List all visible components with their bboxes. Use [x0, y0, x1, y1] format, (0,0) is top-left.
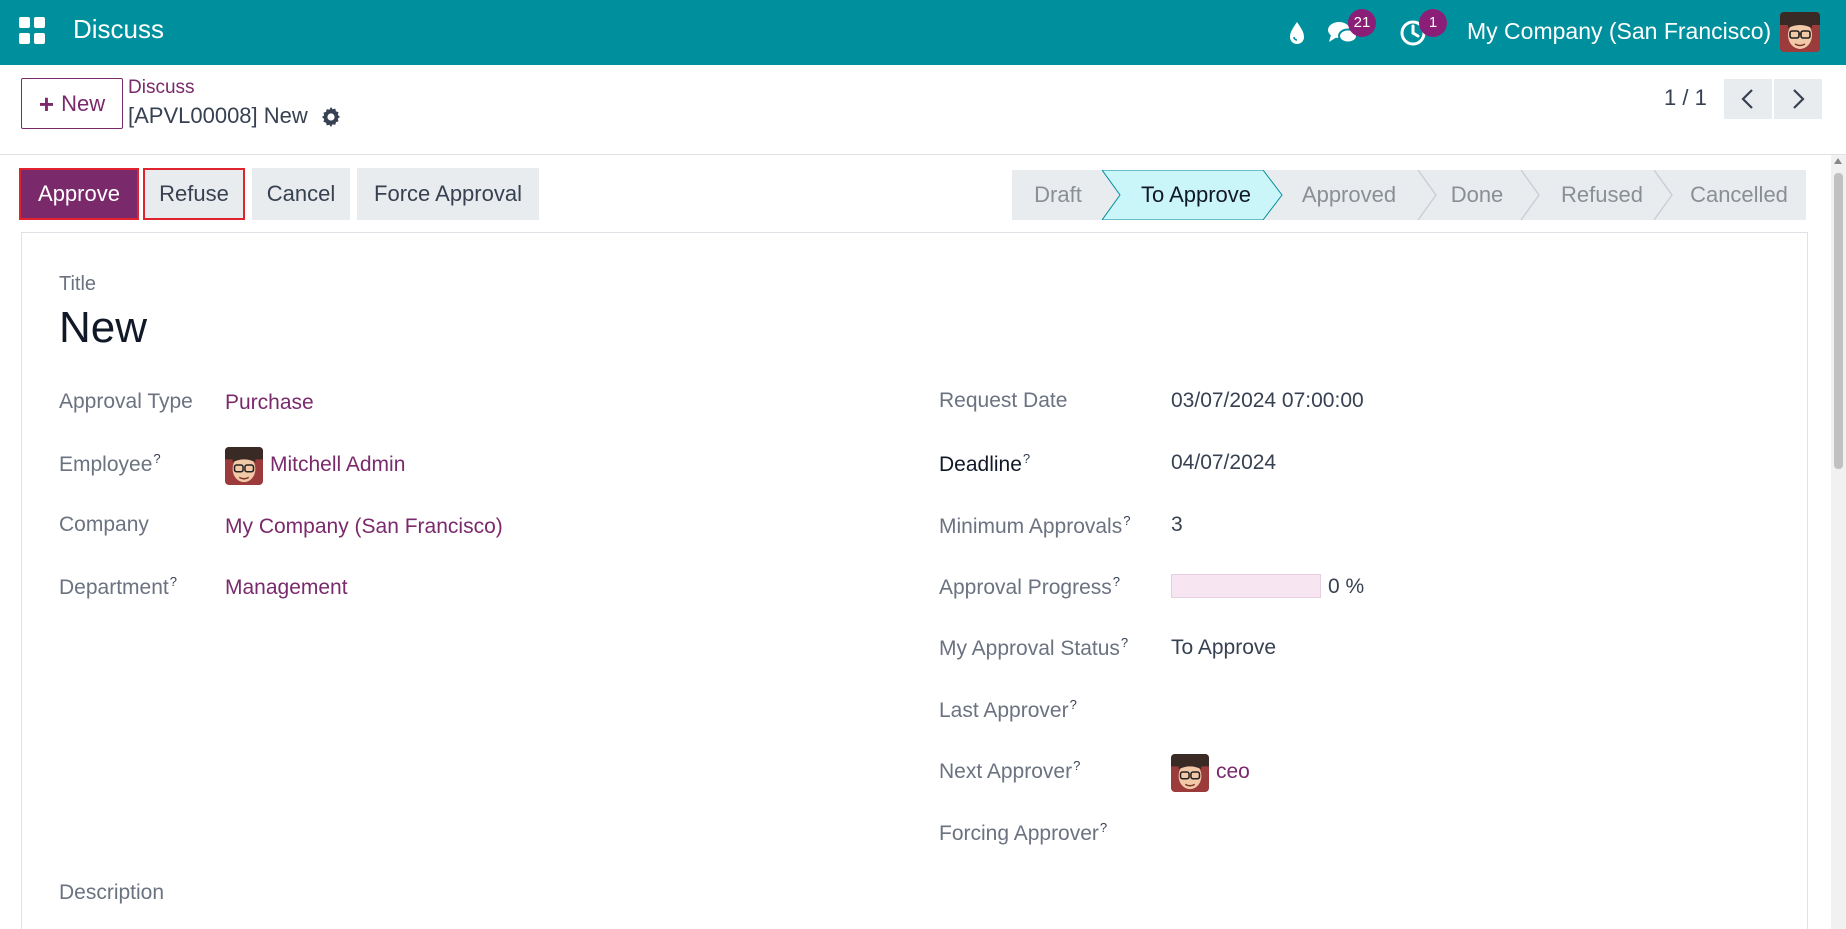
approval-progress-bar: [1171, 574, 1321, 598]
stage-refused[interactable]: Refused: [1534, 170, 1670, 220]
stage-cancelled[interactable]: Cancelled: [1672, 170, 1806, 220]
cancel-button[interactable]: Cancel: [252, 168, 350, 220]
title-label: Title: [59, 273, 97, 295]
company-field[interactable]: My Company (San Francisco): [225, 515, 503, 539]
control-panel: + New Discuss [APVL00008] New 1 / 1: [0, 65, 1846, 155]
request-date-field[interactable]: 03/07/2024 07:00:00: [1171, 389, 1364, 413]
record-name: [APVL00008] New: [128, 103, 308, 128]
stage-separator: [1653, 170, 1673, 220]
approval-type-label: Approval Type: [59, 390, 193, 413]
company-switcher[interactable]: My Company (San Francisco): [1467, 18, 1771, 45]
description-label: Description: [59, 881, 165, 904]
page-scrollbar[interactable]: [1831, 155, 1846, 929]
stage-pipeline: Draft To Approve Approved Done Refused C…: [1012, 170, 1806, 220]
approval-progress-label: Approval Progress?: [939, 574, 1120, 599]
deadline-field[interactable]: 04/07/2024: [1171, 451, 1276, 475]
activity-clock-icon[interactable]: 1: [1397, 9, 1447, 50]
refuse-button[interactable]: Refuse: [143, 168, 245, 220]
user-avatar[interactable]: [1780, 12, 1820, 52]
scroll-up-arrow-icon[interactable]: [1834, 158, 1842, 164]
messages-icon[interactable]: 21: [1326, 9, 1376, 50]
stage-done[interactable]: Done: [1422, 170, 1532, 220]
plus-icon: +: [38, 88, 55, 119]
department-field[interactable]: Management: [225, 576, 348, 600]
department-label: Department?: [59, 574, 177, 599]
next-approver-avatar: [1171, 754, 1209, 792]
pager-next-button[interactable]: [1774, 79, 1822, 119]
form-statusbar: Approve Refuse Cancel Force Approval Dra…: [0, 155, 1846, 235]
employee-field[interactable]: Mitchell Admin: [270, 453, 405, 477]
forcing-approver-label: Forcing Approver?: [939, 820, 1108, 845]
new-record-button[interactable]: + New: [21, 78, 123, 129]
pager-previous-button[interactable]: [1724, 79, 1772, 119]
next-approver-label: Next Approver?: [939, 758, 1081, 783]
app-title[interactable]: Discuss: [73, 14, 164, 45]
activity-badge: 1: [1419, 9, 1447, 37]
breadcrumb-discuss[interactable]: Discuss: [128, 77, 195, 99]
top-navbar: Discuss 21 1 My Company (San Francisco): [0, 0, 1846, 65]
stage-draft[interactable]: Draft: [1012, 170, 1104, 220]
form-sheet: Title New Approval Type Purchase Employe…: [21, 232, 1808, 929]
pager-counter[interactable]: 1 / 1: [1664, 85, 1707, 111]
my-approval-status-label: My Approval Status?: [939, 635, 1129, 660]
employee-avatar: [225, 447, 263, 485]
chevron-right-icon: [1793, 89, 1805, 109]
apps-menu-icon[interactable]: [19, 17, 47, 45]
approve-button[interactable]: Approve: [19, 168, 139, 220]
last-approver-label: Last Approver?: [939, 697, 1077, 722]
deadline-label: Deadline?: [939, 451, 1031, 476]
my-approval-status-field: To Approve: [1171, 636, 1277, 659]
stage-to-approve[interactable]: To Approve: [1120, 170, 1272, 220]
minimum-approvals-field[interactable]: 3: [1171, 513, 1183, 537]
messages-badge: 21: [1348, 9, 1376, 37]
stage-approved[interactable]: Approved: [1278, 170, 1420, 220]
company-label: Company: [59, 513, 149, 536]
approval-type-field[interactable]: Purchase: [225, 391, 314, 415]
minimum-approvals-label: Minimum Approvals?: [939, 513, 1131, 538]
title-input[interactable]: New: [59, 303, 147, 353]
chevron-left-icon: [1741, 89, 1753, 109]
employee-label: Employee?: [59, 451, 161, 476]
request-date-label: Request Date: [939, 389, 1068, 412]
water-drop-icon[interactable]: [1280, 16, 1314, 50]
scrollbar-thumb[interactable]: [1834, 173, 1843, 469]
next-approver-field[interactable]: ceo: [1216, 760, 1250, 784]
approval-progress-value: 0 %: [1328, 575, 1365, 598]
new-button-label: New: [61, 90, 106, 116]
gear-icon[interactable]: [319, 105, 343, 129]
force-approval-button[interactable]: Force Approval: [357, 168, 539, 220]
